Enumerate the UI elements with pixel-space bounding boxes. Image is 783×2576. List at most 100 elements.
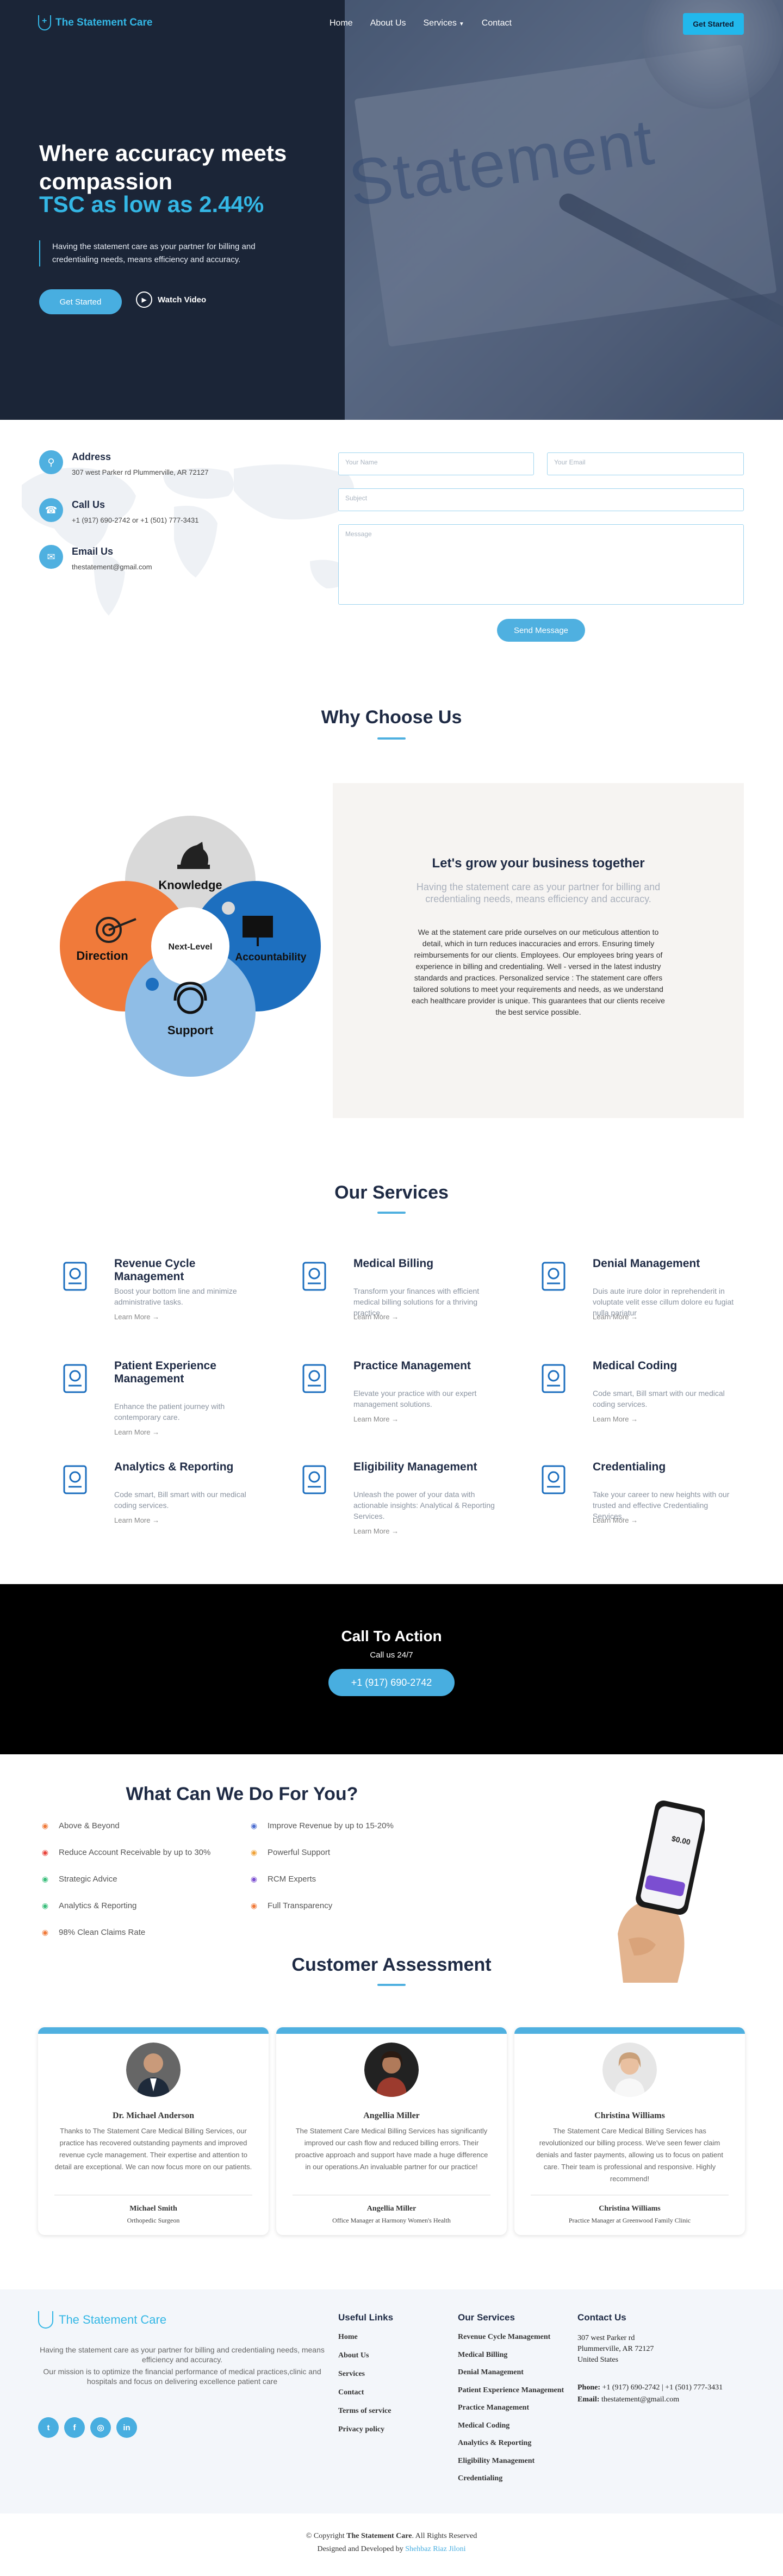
petal-label-direction: Direction: [76, 949, 128, 963]
service-title: Denial Management: [593, 1257, 700, 1270]
target-icon: ◉: [41, 1874, 49, 1883]
why-panel: Let's grow your business together Having…: [333, 783, 744, 1118]
medical-case-icon: [63, 1364, 87, 1393]
petal-label-knowledge: Knowledge: [158, 878, 222, 892]
send-message-button[interactable]: Send Message: [497, 619, 585, 642]
developer-link[interactable]: Shehbaz Riaz Jiloni: [405, 2545, 465, 2553]
hero-get-started-button[interactable]: Get Started: [39, 289, 122, 314]
learn-more-link[interactable]: Learn More →: [353, 1527, 399, 1535]
service-title: Medical Billing: [353, 1257, 434, 1270]
footer-service-link[interactable]: Medical Billing: [458, 2351, 507, 2360]
footer-mission: Our mission is to optimize the financial…: [43, 2367, 321, 2386]
service-card: Denial Management Duis aute irure dolor i…: [535, 1257, 742, 1333]
footer-service-link[interactable]: Denial Management: [458, 2368, 524, 2377]
watch-video-button[interactable]: ▶ Watch Video: [136, 291, 206, 308]
chart-icon: ◉: [41, 1901, 49, 1910]
contact-section: ⚲ Address 307 west Parker rd Plummervill…: [0, 420, 783, 659]
arrow-right-icon: →: [631, 1415, 638, 1423]
learn-more-link[interactable]: Learn More →: [353, 1313, 399, 1321]
hand-money-icon: [63, 1262, 87, 1291]
chevron-down-icon: ▼: [458, 21, 464, 27]
footer-service-link[interactable]: Credentialing: [458, 2474, 502, 2483]
footer-about: Having the statement care as your partne…: [40, 2345, 325, 2364]
footer-service-link[interactable]: Patient Experience Management: [458, 2386, 564, 2395]
logo-icon: [38, 2311, 53, 2329]
footer-service-link[interactable]: Medical Coding: [458, 2422, 509, 2430]
learn-more-link[interactable]: Learn More →: [114, 1516, 159, 1524]
bar-chart-icon: [63, 1465, 87, 1494]
footer-service-link[interactable]: Revenue Cycle Management: [458, 2333, 550, 2342]
feature-item: ◉ Reduce Account Receivable by up to 30%: [39, 1847, 210, 1857]
feature-item: ◉ Powerful Support: [248, 1847, 330, 1857]
service-description: Unleash the power of your data with acti…: [353, 1490, 495, 1520]
nav-home[interactable]: Home: [330, 18, 353, 28]
nav-services[interactable]: Services ▼: [424, 18, 464, 28]
email-info: ✉ Email Us thestatement@gmail.com: [39, 545, 152, 571]
call-phone-button[interactable]: +1 (917) 690-2742: [328, 1669, 455, 1696]
footer-logo[interactable]: The Statement Care: [38, 2311, 166, 2329]
footer-link[interactable]: Contact: [338, 2388, 364, 2397]
reviewer-avatar: [364, 2043, 419, 2097]
facebook-icon[interactable]: f: [64, 2417, 85, 2438]
services-title: Our Services: [334, 1182, 449, 1203]
learn-more-link[interactable]: Learn More →: [593, 1516, 638, 1524]
logo-icon: [38, 15, 51, 30]
why-panel-text: We at the statement care pride ourselves…: [412, 928, 665, 1016]
petal-label-accountability: Accountability: [235, 952, 307, 963]
twitter-icon[interactable]: t: [38, 2417, 59, 2438]
learn-more-link[interactable]: Learn More →: [353, 1415, 399, 1423]
footer-contact-info: Phone: +1 (917) 690-2742 | +1 (501) 777-…: [577, 2383, 723, 2404]
learn-more-link[interactable]: Learn More →: [593, 1415, 638, 1423]
reviewer-avatar: [602, 2043, 657, 2097]
footer-service-link[interactable]: Practice Management: [458, 2404, 529, 2412]
get-started-button[interactable]: Get Started: [683, 13, 744, 35]
arrow-right-icon: →: [631, 1516, 638, 1524]
footer-services-heading: Our Services: [458, 2312, 515, 2323]
hero-section: Statement The Statement Care Home About …: [0, 0, 783, 420]
copyright: © Copyright The Statement Care. All Righ…: [306, 2532, 477, 2553]
footer-address: 307 west Parker rd Plummerville, AR 7212…: [577, 2334, 654, 2364]
petal-label-support: Support: [167, 1023, 214, 1037]
why-panel-title: Let's grow your business together: [432, 856, 645, 871]
why-panel-subtitle: Having the statement care as your partne…: [416, 882, 661, 904]
service-title: Eligibility Management: [353, 1461, 477, 1473]
learn-more-link[interactable]: Learn More →: [593, 1313, 638, 1321]
nav-contact[interactable]: Contact: [482, 18, 512, 28]
footer-link[interactable]: Home: [338, 2333, 358, 2342]
logo[interactable]: The Statement Care: [38, 15, 152, 30]
star-icon: ◉: [250, 1847, 258, 1857]
message-field[interactable]: Message: [338, 524, 744, 605]
play-icon: ▶: [136, 291, 152, 308]
service-card: Credentialing Take your career to new hei…: [535, 1461, 742, 1537]
useful-links-heading: Useful Links: [338, 2312, 394, 2323]
email-field[interactable]: Your Email: [547, 452, 744, 475]
feature-item: ◉ Analytics & Reporting: [39, 1901, 137, 1910]
footer-link[interactable]: About Us: [338, 2351, 369, 2360]
arrow-right-icon: →: [391, 1415, 399, 1423]
footer-link[interactable]: Terms of service: [338, 2407, 391, 2416]
learn-more-link[interactable]: Learn More →: [114, 1428, 159, 1436]
service-description: Enhance the patient journey with contemp…: [114, 1402, 225, 1422]
name-field[interactable]: Your Name: [338, 452, 534, 475]
instagram-icon[interactable]: ◎: [90, 2417, 111, 2438]
footer-link[interactable]: Privacy policy: [338, 2425, 384, 2434]
why-title: Why Choose Us: [321, 707, 462, 728]
footer-service-link[interactable]: Analytics & Reporting: [458, 2439, 531, 2448]
service-title: Credentialing: [593, 1461, 666, 1473]
footer-service-link[interactable]: Eligibility Management: [458, 2457, 535, 2466]
linkedin-icon[interactable]: in: [116, 2417, 137, 2438]
envelope-icon: ✉: [39, 545, 63, 569]
gauge-icon: ◉: [41, 1847, 49, 1857]
nav-about[interactable]: About Us: [370, 18, 406, 28]
footer-link[interactable]: Services: [338, 2370, 365, 2379]
subject-field[interactable]: Subject: [338, 488, 744, 511]
invoice-icon: [302, 1262, 326, 1291]
cta-title: Call To Action: [341, 1628, 442, 1644]
eye-icon: ◉: [41, 1821, 49, 1830]
denial-hand-icon: [542, 1262, 566, 1291]
learn-more-link[interactable]: Learn More →: [114, 1313, 159, 1321]
arrow-right-icon: →: [391, 1527, 399, 1535]
service-description: Code smart, Bill smart with our medical …: [593, 1389, 725, 1408]
arrow-right-icon: →: [152, 1516, 160, 1524]
people-icon: [302, 1465, 326, 1494]
